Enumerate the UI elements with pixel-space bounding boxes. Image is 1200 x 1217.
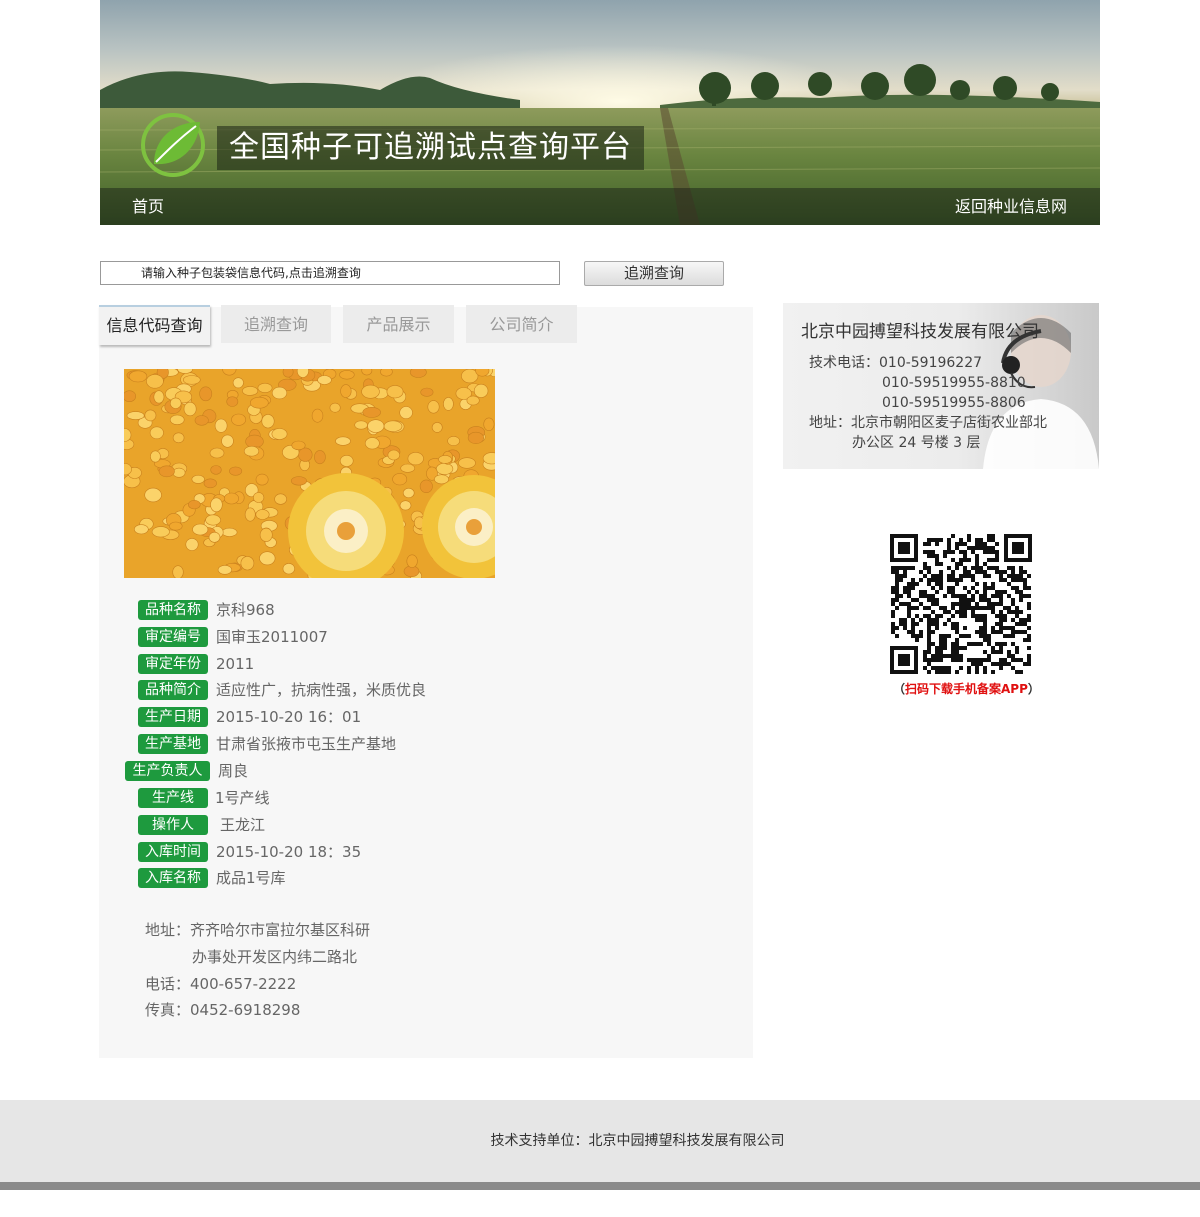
tab-company-profile[interactable]: 公司简介 [466, 305, 577, 343]
top-navbar: 首页 返回种业信息网 [100, 188, 1100, 225]
field-label: 审定编号 [138, 627, 208, 647]
producer-address-line2: 办事处开发区内纬二路北 [192, 948, 358, 966]
producer-address-line1: 地址：齐齐哈尔市富拉尔基区科研 [145, 921, 371, 939]
field-label: 生产基地 [138, 734, 208, 754]
leaf-logo-icon [141, 113, 205, 177]
field-value: 适应性广，抗病性强，米质优良 [216, 681, 427, 699]
field-value: 周良 [218, 762, 249, 780]
nav-home-link[interactable]: 首页 [132, 188, 164, 225]
field-value: 国审玉2011007 [216, 628, 328, 646]
field-label: 入库时间 [138, 842, 208, 862]
site-title: 全国种子可追溯试点查询平台 [217, 126, 644, 170]
company-address-line1: 地址：北京市朝阳区麦子店街农业部北 [809, 415, 1047, 431]
trace-query-button[interactable]: 追溯查询 [584, 261, 724, 286]
footer-bottom-bar [0, 1182, 1200, 1190]
qr-caption-text: 扫码下载手机备案APP [905, 682, 1028, 696]
qr-caption-close: ） [1027, 682, 1040, 696]
tech-phone: 技术电话：010-59196227 [809, 355, 983, 371]
footer-support-text: 技术支持单位：北京中园搏望科技发展有限公司 [490, 1133, 785, 1149]
nav-back-to-seed-info-link[interactable]: 返回种业信息网 [955, 188, 1067, 225]
field-label: 审定年份 [138, 654, 208, 674]
field-label: 操作人 [138, 815, 208, 835]
tab-trace-query[interactable]: 追溯查询 [221, 305, 331, 343]
app-download-qr-code-icon[interactable] [890, 534, 1032, 674]
field-label: 品种简介 [138, 680, 208, 700]
field-value: 2015-10-20 16：01 [216, 708, 362, 726]
company-name: 北京中园搏望科技发展有限公司 [801, 322, 1039, 342]
field-label: 生产日期 [138, 707, 208, 727]
tab-product-display[interactable]: 产品展示 [343, 305, 454, 343]
header-banner: 全国种子可追溯试点查询平台 首页 返回种业信息网 [100, 0, 1100, 225]
field-value: 甘肃省张掖市屯玉生产基地 [216, 735, 397, 753]
company-address-line2: 办公区 24 号楼 3 层 [852, 435, 981, 451]
tab-info-code-query[interactable]: 信息代码查询 [99, 305, 210, 345]
field-value: 2015-10-20 18：35 [216, 843, 362, 861]
producer-fax: 传真：0452-6918298 [145, 1001, 301, 1019]
field-value: 京科968 [216, 601, 275, 619]
producer-phone: 电话：400-657-2222 [145, 975, 297, 993]
qr-caption-open: （ [893, 682, 906, 696]
qr-caption: （扫码下载手机备案APP） [893, 680, 1040, 697]
field-label: 入库名称 [138, 868, 208, 888]
tech-phone-3: 010-59519955-8806 [882, 395, 1026, 411]
field-label: 生产负责人 [125, 761, 210, 781]
corn-kernels-photo [124, 369, 495, 578]
field-value: 成品1号库 [216, 869, 286, 887]
footer: 技术支持单位：北京中园搏望科技发展有限公司 [0, 1100, 1200, 1182]
field-value: 1号产线 [215, 789, 270, 807]
contact-card: 北京中园搏望科技发展有限公司 技术电话：010-59196227 010-595… [783, 303, 1099, 469]
field-value: 2011 [216, 655, 255, 673]
field-value: 王龙江 [220, 816, 266, 834]
search-input[interactable] [100, 261, 560, 285]
field-label: 品种名称 [138, 600, 208, 620]
field-label: 生产线 [138, 788, 208, 808]
tech-phone-2: 010-59519955-8810 [882, 375, 1026, 391]
